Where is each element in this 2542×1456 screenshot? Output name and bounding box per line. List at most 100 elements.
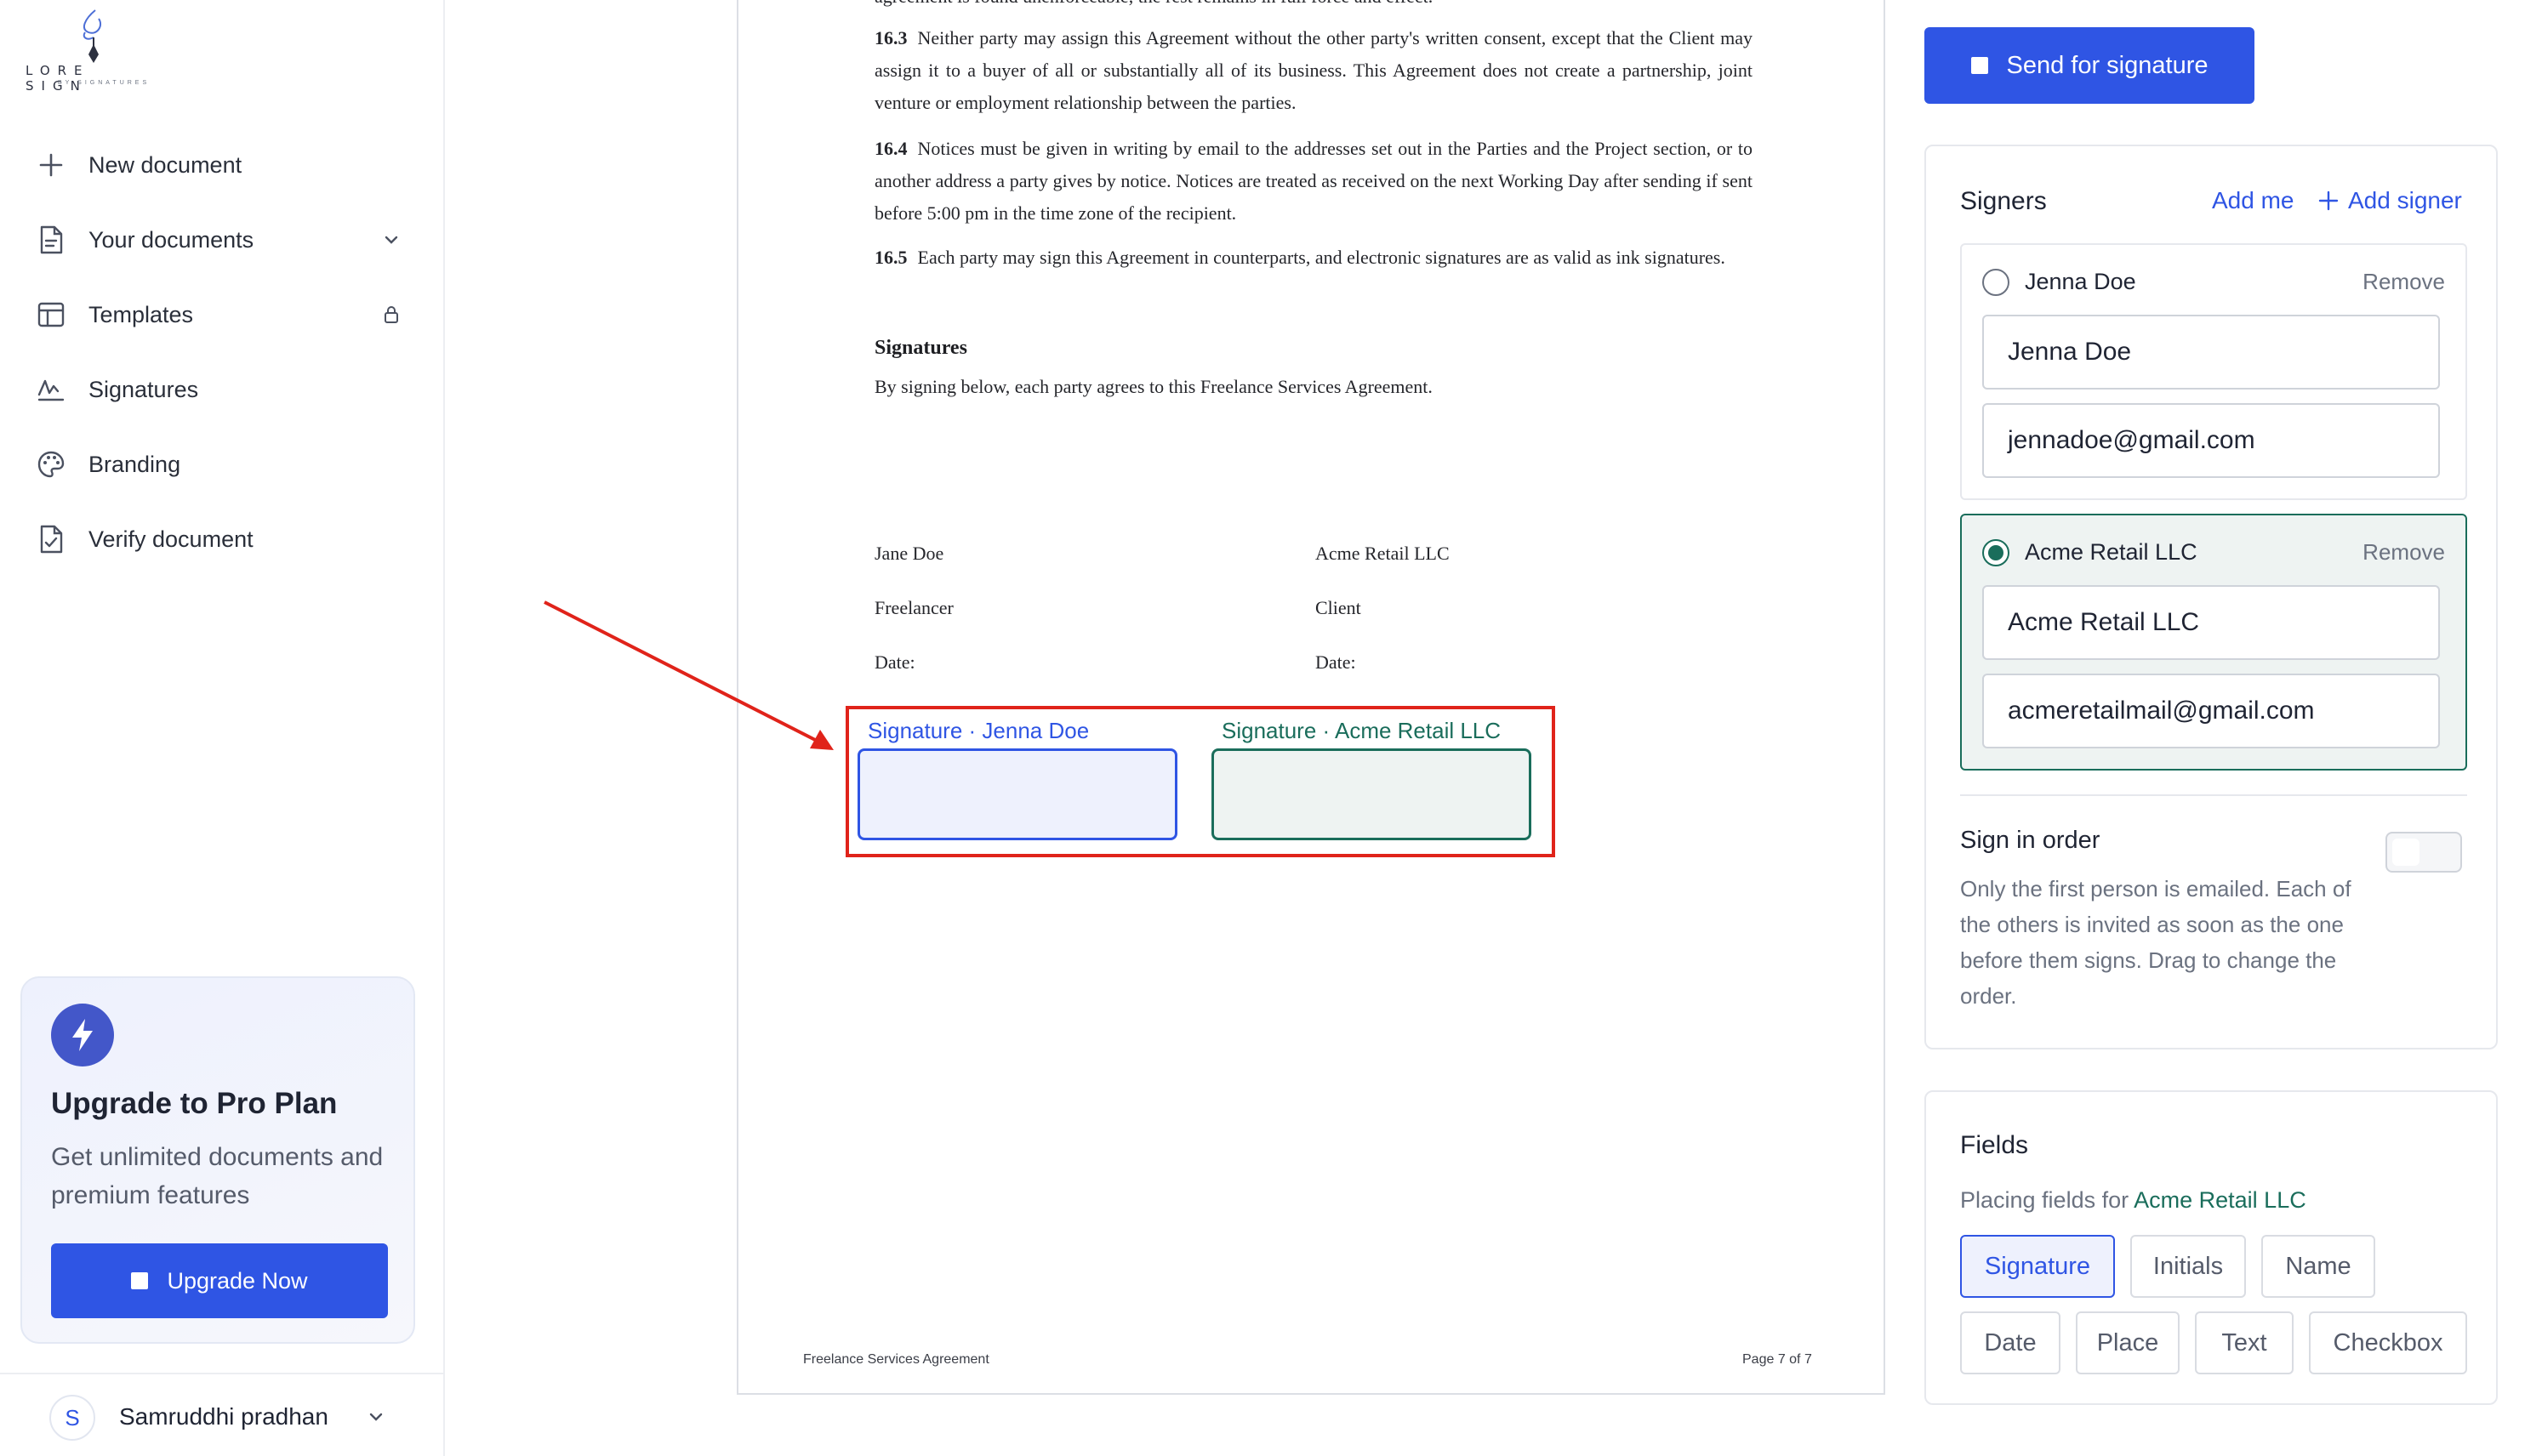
field-type-place[interactable]: Place xyxy=(2076,1311,2180,1374)
signatures-heading: Signatures xyxy=(875,337,967,359)
party-right-role: Client xyxy=(1315,597,1361,618)
sidebar-item-templates[interactable]: Templates xyxy=(34,277,408,352)
sign-in-order-title: Sign in order xyxy=(1960,827,2100,854)
signer-jenna-doe[interactable]: Jenna Doe Remove Jenna Doe jennadoe@gmai… xyxy=(1960,243,2467,500)
clause-text: Notices must be given in writing by emai… xyxy=(875,138,1753,224)
party-right-name: Acme Retail LLC xyxy=(1315,543,1450,564)
clause-16-3: 16.3 Neither party may assign this Agreem… xyxy=(875,22,1753,119)
fields-subtitle-prefix: Placing fields for xyxy=(1960,1187,2129,1213)
layout-icon xyxy=(34,298,68,332)
user-name: Samruddhi pradhan xyxy=(119,1403,328,1430)
toggle-knob xyxy=(2392,839,2419,866)
party-left-role: Freelancer xyxy=(875,597,954,618)
sidebar-item-verify-document[interactable]: Verify document xyxy=(34,502,408,577)
signature-field-label-jenna: Signature · Jenna Doe xyxy=(868,718,1090,743)
chevron-down-icon xyxy=(369,1413,383,1421)
party-right-date: Date: xyxy=(1315,651,1356,673)
remove-signer-button[interactable]: Remove xyxy=(2362,269,2445,295)
annotation-arrow xyxy=(544,600,834,750)
lightning-icon xyxy=(51,1004,114,1066)
add-signer-link[interactable]: Add signer xyxy=(2317,187,2462,214)
upgrade-now-label: Upgrade Now xyxy=(167,1267,308,1294)
signers-card: Signers Add me Add signer Jenna Doe Remo… xyxy=(1924,145,2498,1049)
plus-icon xyxy=(34,148,68,182)
upgrade-card: Upgrade to Pro Plan Get unlimited docume… xyxy=(20,976,415,1344)
page-number: Page 7 of 7 xyxy=(1742,1352,1812,1367)
sign-in-order-toggle[interactable] xyxy=(2385,832,2462,873)
clause-number: 16.5 xyxy=(875,247,908,268)
sidebar-item-label: Your documents xyxy=(88,226,254,253)
sidebar-item-label: Templates xyxy=(88,301,194,327)
clause-text: Neither party may assign this Agreement … xyxy=(875,27,1753,113)
add-me-link[interactable]: Add me xyxy=(2212,187,2294,214)
fields-card: Fields Placing fields for Acme Retail LL… xyxy=(1924,1090,2498,1405)
logo-tagline: BY SIGNATURES xyxy=(58,80,151,86)
signer-name: Acme Retail LLC xyxy=(2025,539,2197,565)
fields-subtitle: Placing fields for Acme Retail LLC xyxy=(1960,1187,2306,1214)
file-icon xyxy=(34,223,68,257)
sidebar-item-your-documents[interactable]: Your documents xyxy=(34,202,408,277)
upgrade-title: Upgrade to Pro Plan xyxy=(51,1087,338,1120)
signature-icon xyxy=(34,373,68,407)
signature-field-jenna[interactable] xyxy=(858,748,1177,840)
signature-field-acme[interactable] xyxy=(1211,748,1531,840)
party-left-date: Date: xyxy=(875,651,915,673)
clause-text: Each party may sign this Agreement in co… xyxy=(917,247,1725,268)
field-type-signature[interactable]: Signature xyxy=(1960,1235,2115,1298)
sidebar-item-label: New document xyxy=(88,151,242,178)
app-logo[interactable]: LORE SIGN BY SIGNATURES xyxy=(26,7,162,94)
upgrade-description: Get unlimited documents and premium feat… xyxy=(51,1143,384,1209)
clause-16-5: 16.5 Each party may sign this Agreement i… xyxy=(875,242,1753,274)
palette-icon xyxy=(34,447,68,481)
signer-name: Jenna Doe xyxy=(2025,269,2136,294)
clause-number: 16.4 xyxy=(875,138,908,159)
plus-icon xyxy=(2318,191,2339,211)
send-for-signature-label: Send for signature xyxy=(2006,51,2209,79)
sidebar-item-label: Branding xyxy=(88,451,181,477)
sidebar: LORE SIGN BY SIGNATURES New document You… xyxy=(0,0,445,1456)
signer-name-input[interactable]: Acme Retail LLC xyxy=(1982,585,2440,660)
party-left-name: Jane Doe xyxy=(875,543,944,564)
divider xyxy=(1960,794,2467,796)
upgrade-now-button[interactable]: Upgrade Now xyxy=(51,1243,388,1318)
sidebar-item-new-document[interactable]: New document xyxy=(34,128,408,202)
field-type-initials[interactable]: Initials xyxy=(2130,1235,2246,1298)
fields-subtitle-target: Acme Retail LLC xyxy=(2134,1187,2306,1213)
signer-email-input[interactable]: jennadoe@gmail.com xyxy=(1982,403,2440,478)
sidebar-nav: New document Your documents Templates Si… xyxy=(34,128,408,577)
sidebar-item-label: Signatures xyxy=(88,376,199,402)
square-icon xyxy=(1970,57,1988,74)
avatar: S xyxy=(49,1395,95,1441)
add-signer-label: Add signer xyxy=(2348,187,2462,213)
signer-radio[interactable] xyxy=(1982,269,2009,296)
signer-radio[interactable] xyxy=(1982,539,2009,566)
document-cut-line: agreement is found unenforceable, the re… xyxy=(875,0,1470,9)
signatures-intro: By signing below, each party agrees to t… xyxy=(875,376,1433,397)
user-menu[interactable]: S Samruddhi pradhan xyxy=(0,1373,445,1456)
clause-number: 16.3 xyxy=(875,27,908,48)
chevron-down-icon[interactable] xyxy=(374,223,408,257)
sidebar-item-label: Verify document xyxy=(88,526,254,552)
lock-icon xyxy=(374,298,408,332)
field-type-name[interactable]: Name xyxy=(2261,1235,2375,1298)
signer-acme-retail[interactable]: Acme Retail LLC Remove Acme Retail LLC a… xyxy=(1960,514,2467,771)
logo-pen-icon xyxy=(83,9,102,63)
field-type-checkbox[interactable]: Checkbox xyxy=(2309,1311,2467,1374)
signer-email-input[interactable]: acmeretailmail@gmail.com xyxy=(1982,674,2440,748)
page-footer-title: Freelance Services Agreement xyxy=(803,1352,989,1367)
remove-signer-button[interactable]: Remove xyxy=(2362,539,2445,566)
sign-in-order-description: Only the first person is emailed. Each o… xyxy=(1960,876,2351,1009)
signer-name-input[interactable]: Jenna Doe xyxy=(1982,315,2440,390)
field-type-date[interactable]: Date xyxy=(1960,1311,2060,1374)
logo-wordmark: LORE SIGN xyxy=(26,63,90,94)
sidebar-item-signatures[interactable]: Signatures xyxy=(34,352,408,427)
file-check-icon xyxy=(34,522,68,556)
sidebar-item-branding[interactable]: Branding xyxy=(34,427,408,502)
send-for-signature-button[interactable]: Send for signature xyxy=(1924,27,2254,104)
signature-field-label-acme: Signature · Acme Retail LLC xyxy=(1222,718,1502,743)
signers-title: Signers xyxy=(1960,187,2047,215)
square-icon xyxy=(131,1272,149,1289)
field-type-text[interactable]: Text xyxy=(2195,1311,2294,1374)
clause-16-4: 16.4 Notices must be given in writing by … xyxy=(875,133,1753,230)
fields-title: Fields xyxy=(1960,1131,2029,1159)
